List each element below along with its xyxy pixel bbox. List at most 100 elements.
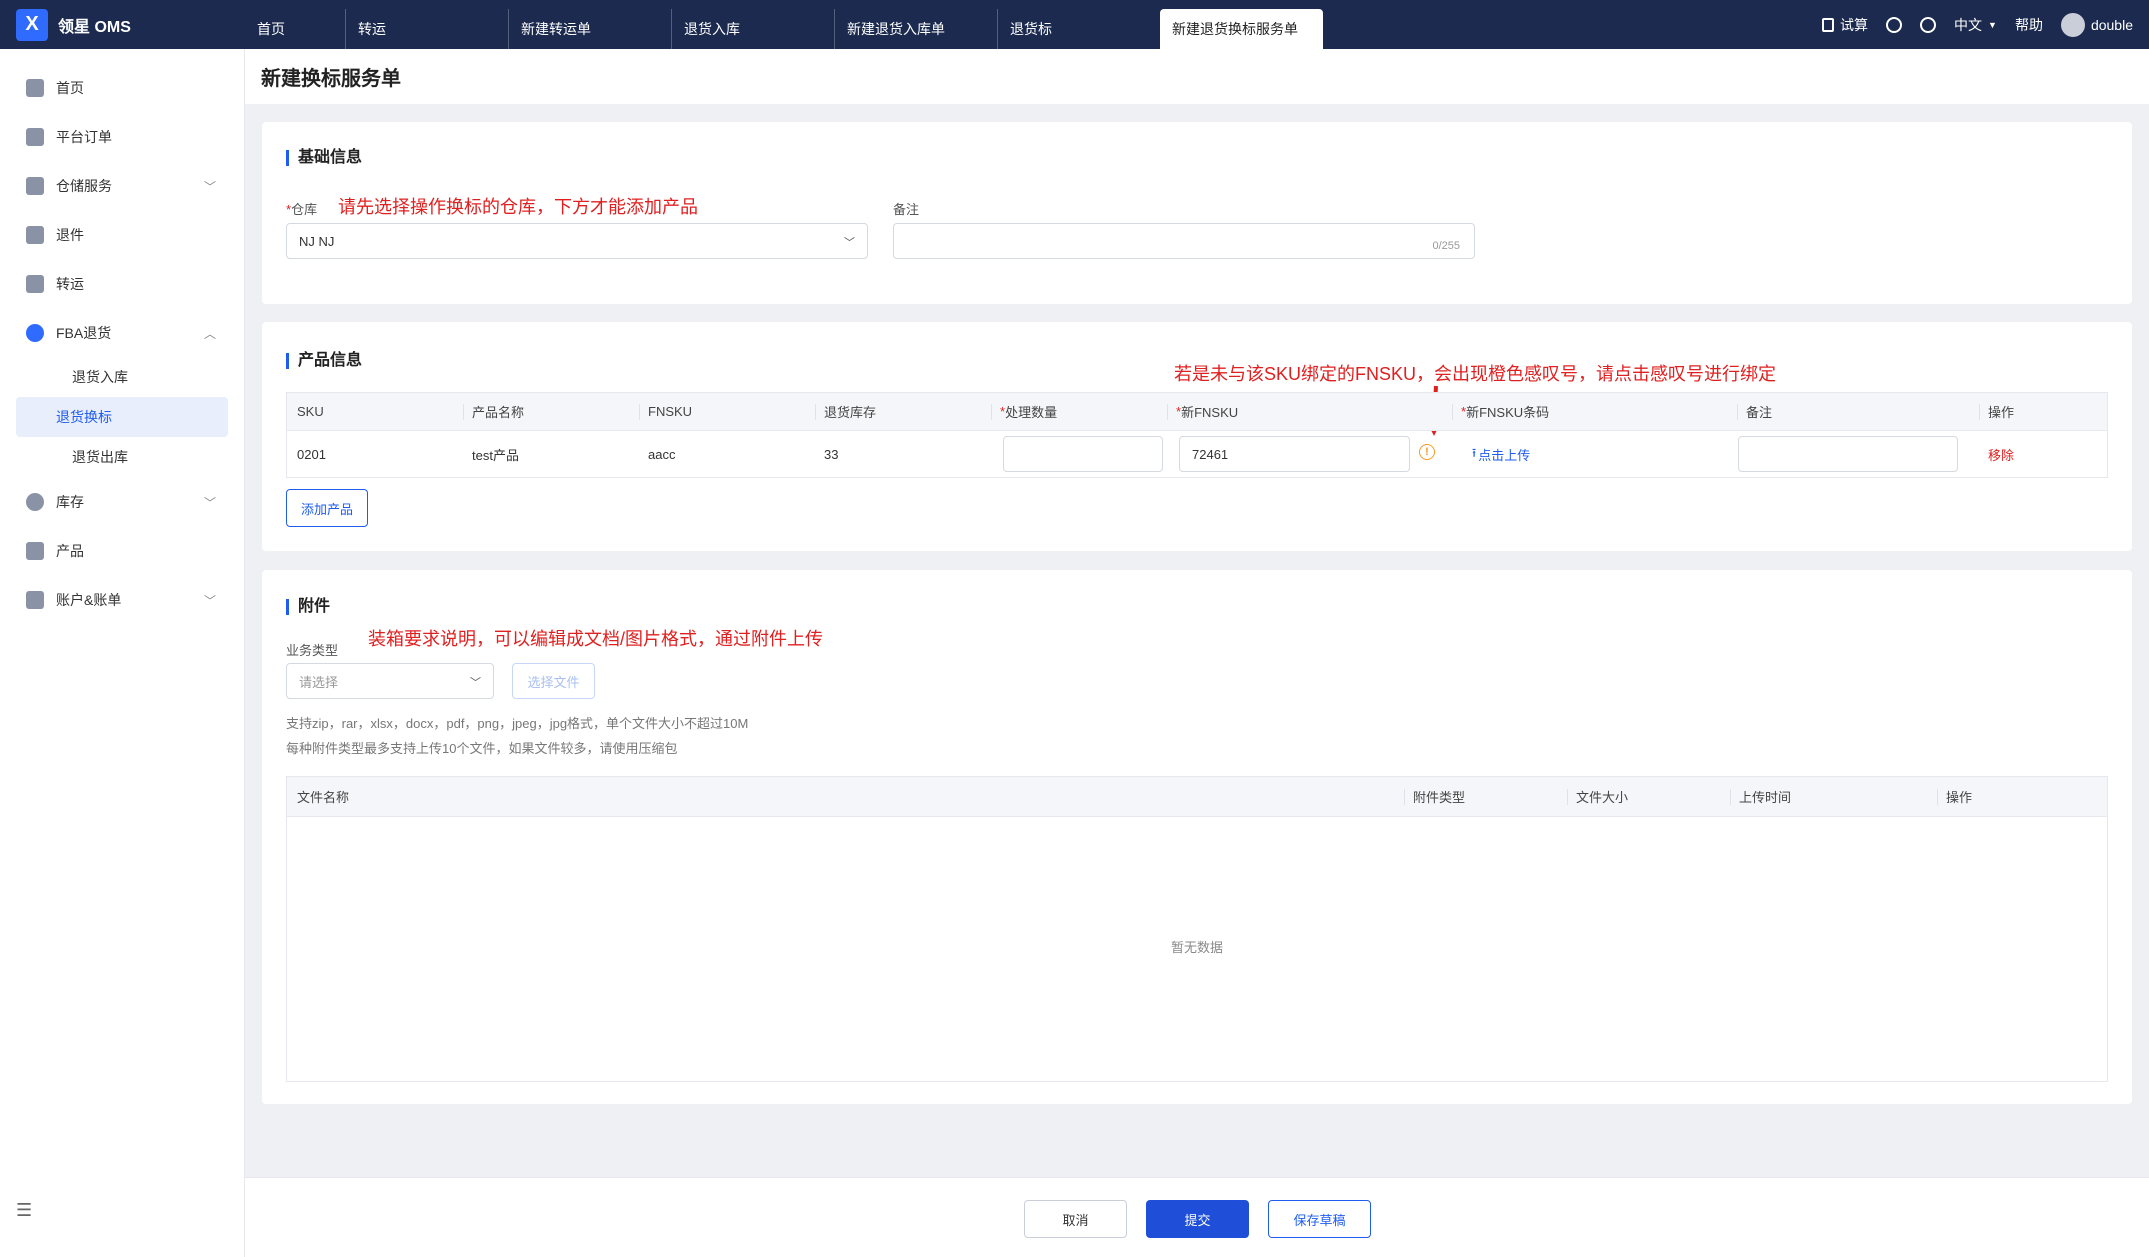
chevron-down-icon: ﹀ (203, 496, 216, 510)
form-footer: 取消 提交 保存草稿 (245, 1177, 2149, 1257)
sidebar-item-label: 库存 (56, 493, 84, 510)
fba-shield-icon (26, 323, 44, 342)
sidebar-item-returns[interactable]: 退件 (0, 210, 244, 259)
app-logo[interactable]: X 领星 OMS (0, 0, 245, 49)
warning-exclamation-icon[interactable]: ! (1419, 444, 1435, 460)
upload-barcode-link[interactable]: ⭱ 点击上传 (1472, 431, 1530, 477)
chevron-down-icon: ﹀ (844, 237, 855, 249)
warehouse-icon (26, 176, 44, 195)
sidebar-item-warehouse-service[interactable]: 仓储服务 ﹀ (0, 161, 244, 210)
sidebar-subitem-return-relabel[interactable]: 退货换标 (16, 397, 228, 437)
sidebar-item-home[interactable]: 首页 (0, 63, 244, 112)
calculator-icon (1822, 17, 1835, 32)
remove-row-link[interactable]: 移除 (1988, 431, 2014, 477)
page-header: 新建换标服务单 (245, 49, 2149, 104)
sidebar-item-inventory[interactable]: 库存 ﹀ (0, 477, 244, 526)
col-divider (1167, 404, 1168, 420)
sidebar-subitem-return-inbound[interactable]: 退货入库 (16, 357, 228, 397)
shield-icon (26, 590, 44, 609)
tab-new-relabel-order[interactable]: 新建退货换标服务单 (1160, 9, 1323, 49)
sidebar-item-account-billing[interactable]: 账户&账单 ﹀ (0, 575, 244, 624)
tab-new-transfer[interactable]: 新建转运单 (508, 9, 671, 49)
tab-return-inbound[interactable]: 退货入库 (671, 9, 834, 49)
attachment-table: 文件名称 附件类型 文件大小 上传时间 操作 暂无数据 (286, 776, 2108, 1082)
col-return-stock: 退货库存 (824, 405, 877, 420)
choose-file-button[interactable]: 选择文件 (512, 663, 595, 699)
col-divider (1979, 404, 1980, 420)
sidebar-item-label: 账户&账单 (56, 591, 122, 608)
col-fnsku: FNSKU (648, 404, 693, 419)
product-info-card: 产品信息 若是未与该SKU绑定的FNSKU，会出现橙色感叹号，请点击感叹号进行绑… (262, 322, 2132, 551)
tab-new-return-inbound[interactable]: 新建退货入库单 (834, 9, 997, 49)
col-divider (639, 404, 640, 420)
chevron-down-icon: ﹀ (203, 180, 216, 194)
sidebar-item-products[interactable]: 产品 (0, 526, 244, 575)
section-title-product: 产品信息 (286, 353, 362, 369)
table-header: 文件名称 附件类型 文件大小 上传时间 操作 (287, 777, 2107, 817)
upload-icon: ⭱ (1472, 445, 1477, 460)
cell-return-stock: 33 (824, 446, 839, 462)
sidebar-item-platform-orders[interactable]: 平台订单 (0, 112, 244, 161)
sidebar-item-label: FBA退货 (56, 324, 112, 341)
sidebar-subitem-return-outbound[interactable]: 退货出库 (16, 437, 228, 477)
col-process-qty-text: 处理数量 (1005, 405, 1058, 420)
annotation-attachment: 装箱要求说明，可以编辑成文档/图片格式，通过附件上传 (368, 629, 823, 649)
business-type-select[interactable]: 请选择 ﹀ (286, 663, 494, 699)
col-new-fnsku-barcode: * 新FNSKU条码 (1461, 393, 1549, 430)
warehouse-label: *仓库 (286, 199, 317, 218)
add-product-button[interactable]: 添加产品 (286, 489, 368, 527)
sidebar-item-label: 退件 (56, 226, 84, 243)
sidebar-item-transfer[interactable]: 转运 (0, 259, 244, 308)
cell-sku: 0201 (297, 446, 326, 462)
col-new-fnsku: * 新FNSKU (1176, 393, 1238, 430)
product-table: SKU 产品名称 FNSKU 退货库存 * 处理数量 * 新FNSKU * 新FNSK… (286, 392, 2108, 478)
caret-down-icon: ▼ (1988, 19, 1997, 30)
trial-label: 试算 (1840, 16, 1869, 33)
col-divider (1730, 789, 1731, 805)
settings-icon[interactable] (1920, 16, 1937, 33)
cell-product-name: test产品 (472, 447, 519, 463)
process-qty-input[interactable] (1003, 436, 1163, 472)
sidebar: 首页 平台订单 仓储服务 ﹀ 退件 转运 FBA退货 ︿ 退货入库 退货换标 退… (0, 49, 245, 1257)
user-menu[interactable]: double (2060, 12, 2133, 37)
trial-button[interactable]: 试算 (1822, 15, 1868, 35)
sidebar-item-label: 平台订单 (56, 128, 112, 145)
save-draft-button[interactable]: 保存草稿 (1268, 1200, 1371, 1238)
sidebar-item-label: 首页 (56, 79, 84, 96)
bag-icon (26, 541, 44, 560)
tab-strip: 首页 转运 新建转运单 退货入库 新建退货入库单 退货标 新建退货换标服务单 (245, 0, 1323, 49)
col-divider (463, 404, 464, 420)
cancel-button[interactable]: 取消 (1024, 1200, 1127, 1238)
help-link[interactable]: 帮助 (2015, 15, 2043, 35)
pie-chart-icon (26, 492, 44, 511)
warehouse-value: NJ NJ (299, 233, 335, 249)
sidebar-item-fba-returns[interactable]: FBA退货 ︿ (0, 308, 244, 357)
col-product-name: 产品名称 (472, 405, 525, 420)
warehouse-label-text: 仓库 (291, 202, 318, 217)
section-title-basic: 基础信息 (286, 150, 362, 166)
remark-textarea[interactable]: 0/255 (893, 223, 1475, 259)
tab-return-label[interactable]: 退货标 (997, 9, 1160, 49)
tab-home[interactable]: 首页 (245, 9, 345, 49)
col-file-name: 文件名称 (297, 790, 350, 805)
annotation-fnsku: 若是未与该SKU绑定的FNSKU，会出现橙色感叹号，请点击感叹号进行绑定 (1174, 364, 1777, 384)
remark-label: 备注 (893, 202, 920, 217)
col-upload-time: 上传时间 (1739, 790, 1792, 805)
top-bar: X 领星 OMS 首页 转运 新建转运单 退货入库 新建退货入库单 退货标 新建… (0, 0, 2149, 49)
col-attachment-action: 操作 (1946, 790, 1973, 805)
submit-button[interactable]: 提交 (1146, 1200, 1249, 1238)
app-name: 领星 OMS (58, 18, 131, 36)
upload-link-label: 点击上传 (1478, 447, 1531, 463)
col-new-fnsku-text: 新FNSKU (1181, 405, 1239, 420)
download-icon[interactable] (1886, 16, 1903, 33)
truck-icon (26, 274, 44, 293)
warehouse-select[interactable]: NJ NJ ﹀ (286, 223, 868, 259)
col-divider (1937, 789, 1938, 805)
col-process-qty: * 处理数量 (1000, 393, 1057, 430)
tab-transfer[interactable]: 转运 (345, 9, 508, 49)
sidebar-item-label: 产品 (56, 542, 84, 559)
language-select[interactable]: 中文 ▼ (1954, 15, 1997, 35)
menu-collapse-icon[interactable]: ☰ (16, 1200, 32, 1221)
row-remark-input[interactable] (1738, 436, 1958, 472)
new-fnsku-input[interactable]: 72461 (1179, 436, 1410, 472)
